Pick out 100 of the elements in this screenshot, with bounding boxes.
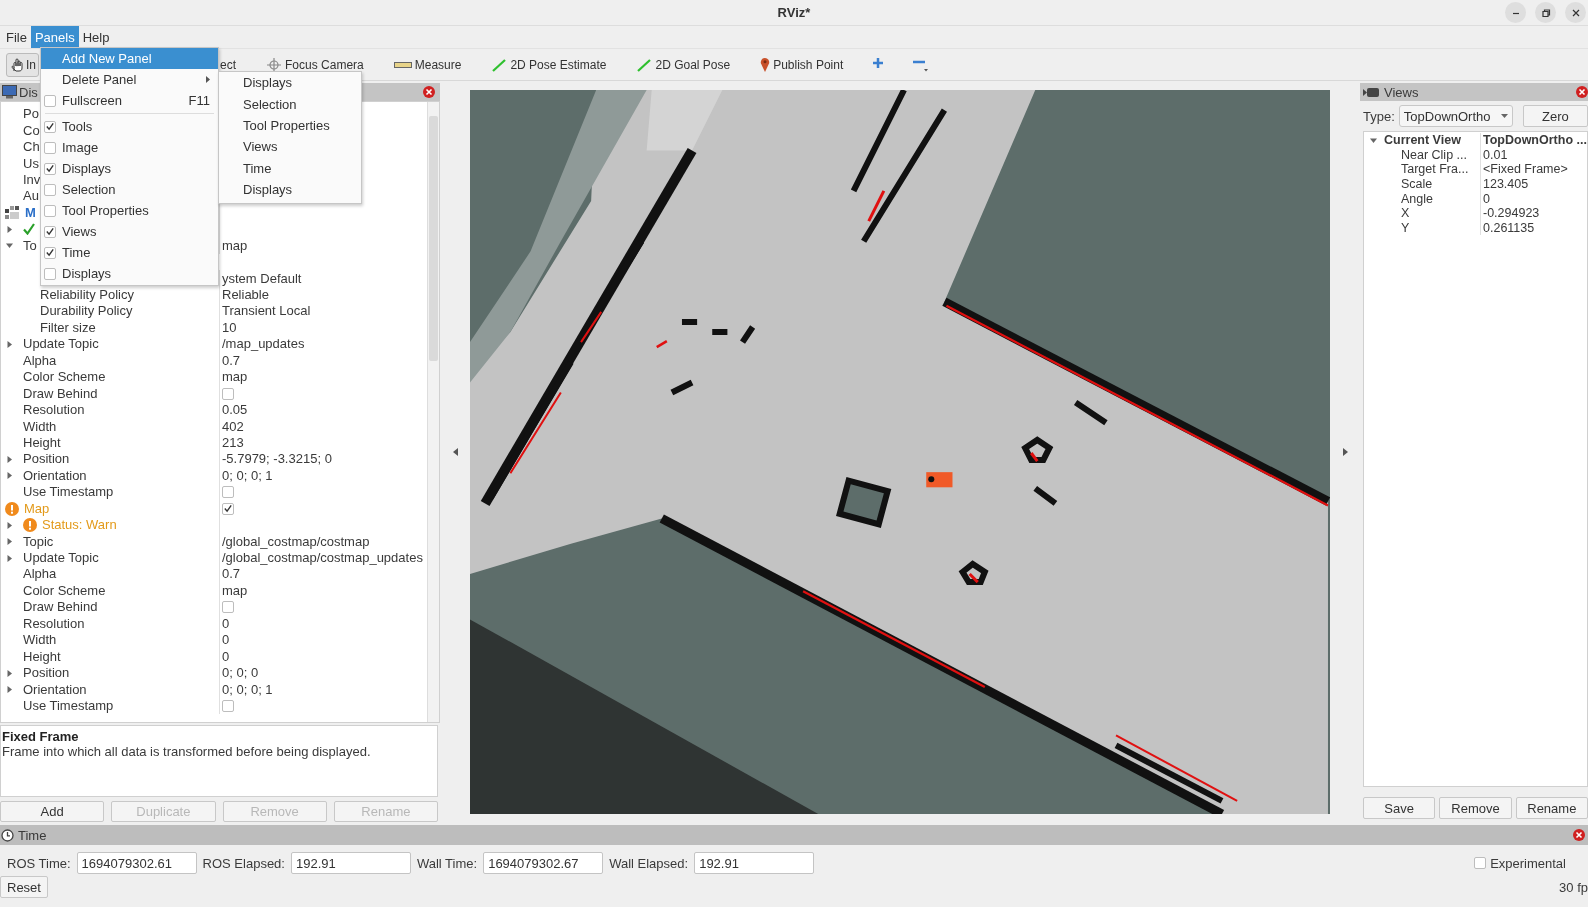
checkbox[interactable]: [44, 183, 56, 196]
property-value: map: [222, 237, 248, 254]
checkbox[interactable]: [222, 387, 234, 400]
property-value: Transient Local: [222, 303, 311, 320]
checkbox[interactable]: [222, 486, 234, 499]
time-field[interactable]: 192.91: [290, 852, 411, 874]
time-field[interactable]: 1694079302.67: [483, 852, 604, 874]
expand-arrow-icon[interactable]: [6, 340, 13, 348]
expand-arrow-icon[interactable]: [6, 521, 13, 529]
type-dropdown[interactable]: TopDownOrtho: [1398, 105, 1513, 127]
menu-item[interactable]: Delete Panel: [41, 69, 218, 90]
property-value: 0.7: [222, 352, 241, 369]
checkbox[interactable]: [44, 204, 56, 217]
checkbox[interactable]: [44, 94, 56, 107]
expand-arrow-icon[interactable]: [6, 686, 13, 694]
time-field[interactable]: 192.91: [694, 852, 815, 874]
property-name: Width: [23, 418, 57, 435]
menu-item[interactable]: Tool Properties: [41, 200, 218, 221]
zero-button[interactable]: Zero: [1522, 105, 1588, 127]
checkbox[interactable]: [44, 267, 56, 280]
menu-item[interactable]: Selection: [41, 179, 218, 200]
menu-item[interactable]: Displays: [219, 72, 361, 94]
close-icon[interactable]: [1573, 829, 1585, 841]
property-name: Update Topic: [23, 550, 99, 567]
grid-icon: [5, 205, 20, 220]
caret-icon[interactable]: [1500, 114, 1508, 118]
menu-item[interactable]: Time: [219, 157, 361, 179]
tool-button[interactable]: In: [6, 52, 39, 77]
expand-arrow-icon[interactable]: [6, 455, 13, 463]
menu-item[interactable]: Fullscreen F11: [41, 90, 218, 111]
collapse-left-icon[interactable]: [452, 448, 458, 456]
description-text: Frame into which all data is transformed before being displayed.: [2, 744, 371, 759]
camera-icon: [1363, 87, 1379, 97]
menu-item[interactable]: Image: [41, 137, 218, 158]
property-name: Target Fra...: [1401, 162, 1469, 178]
collapse-arrow-icon[interactable]: [6, 242, 13, 250]
warning-icon: [23, 518, 37, 533]
panel-button[interactable]: Rename: [1515, 797, 1588, 819]
menu-item[interactable]: Views: [219, 136, 361, 158]
close-icon[interactable]: [423, 86, 435, 98]
submenu-arrow-icon[interactable]: [206, 76, 210, 83]
panel-button[interactable]: Save: [1363, 797, 1436, 819]
tool-button[interactable]: ect: [215, 56, 242, 73]
expand-arrow-icon[interactable]: [6, 554, 13, 562]
expand-arrow-icon[interactable]: [6, 225, 13, 233]
property-name: To: [23, 237, 37, 254]
property-name: Current View: [1384, 132, 1461, 149]
menu-item[interactable]: File: [2, 26, 31, 48]
collapse-arrow-icon[interactable]: [1370, 136, 1377, 144]
menu-item[interactable]: Selection: [219, 93, 361, 115]
checkbox[interactable]: [44, 225, 56, 238]
menu-item[interactable]: Time: [41, 242, 218, 263]
menu-item[interactable]: Tools: [41, 116, 218, 137]
property-name: Filter size: [40, 319, 96, 336]
ruler-icon: [393, 60, 412, 69]
property-name: Use Timestamp: [23, 484, 114, 501]
checkbox[interactable]: [44, 246, 56, 259]
menu-item[interactable]: Tool Properties: [219, 114, 361, 137]
property-name: Inv: [23, 171, 41, 188]
menu-item[interactable]: Displays: [41, 158, 218, 179]
reset-button[interactable]: Reset: [0, 876, 48, 898]
collapse-right-icon[interactable]: [1342, 448, 1348, 456]
panel-button[interactable]: Remove: [1439, 797, 1512, 819]
panel-button[interactable]: Add: [0, 801, 105, 822]
menu-item[interactable]: Displays: [41, 263, 218, 284]
field-label: ROS Elapsed:: [202, 855, 285, 871]
checkbox[interactable]: [222, 601, 234, 614]
field-label: Wall Elapsed:: [609, 855, 689, 871]
menu-item[interactable]: Help: [78, 26, 114, 48]
tool-button[interactable]: Publish Point: [755, 56, 849, 73]
checkbox[interactable]: [222, 699, 234, 712]
property-value: map: [222, 582, 248, 599]
expand-arrow-icon[interactable]: [6, 669, 13, 677]
property-name: X: [1401, 206, 1410, 222]
property-name: Resolution: [23, 615, 85, 632]
tool-button[interactable]: 2D Pose Estimate: [486, 56, 612, 73]
checkbox[interactable]: [1474, 857, 1487, 869]
close-icon[interactable]: [1576, 86, 1588, 98]
checkbox[interactable]: [44, 141, 56, 154]
expand-arrow-icon[interactable]: [6, 538, 13, 546]
property-value: 0.01: [1483, 147, 1508, 163]
checkbox[interactable]: [44, 120, 56, 133]
tool-button[interactable]: Measure: [388, 56, 467, 73]
property-value: 0.7: [222, 566, 241, 583]
tool-button[interactable]: Focus Camera: [261, 56, 369, 73]
property-value: /global_costmap/costmap: [222, 533, 370, 550]
checkbox[interactable]: [44, 162, 56, 175]
plus-icon[interactable]: [872, 57, 885, 69]
tool-button[interactable]: 2D Goal Pose: [631, 56, 736, 73]
menu-item[interactable]: Views: [41, 221, 218, 242]
menu-item[interactable]: Displays: [219, 178, 361, 201]
map-drawing[interactable]: [470, 90, 1330, 814]
time-field[interactable]: 1694079302.61: [76, 852, 197, 874]
property-name: Status: Warn: [42, 517, 117, 534]
property-name: Width: [23, 632, 57, 649]
expand-arrow-icon[interactable]: [6, 472, 13, 480]
checkbox[interactable]: [222, 502, 234, 515]
property-value: 0; 0; 0: [222, 665, 259, 682]
scrollbar[interactable]: [427, 102, 439, 722]
property-name: Use Timestamp: [23, 697, 114, 714]
